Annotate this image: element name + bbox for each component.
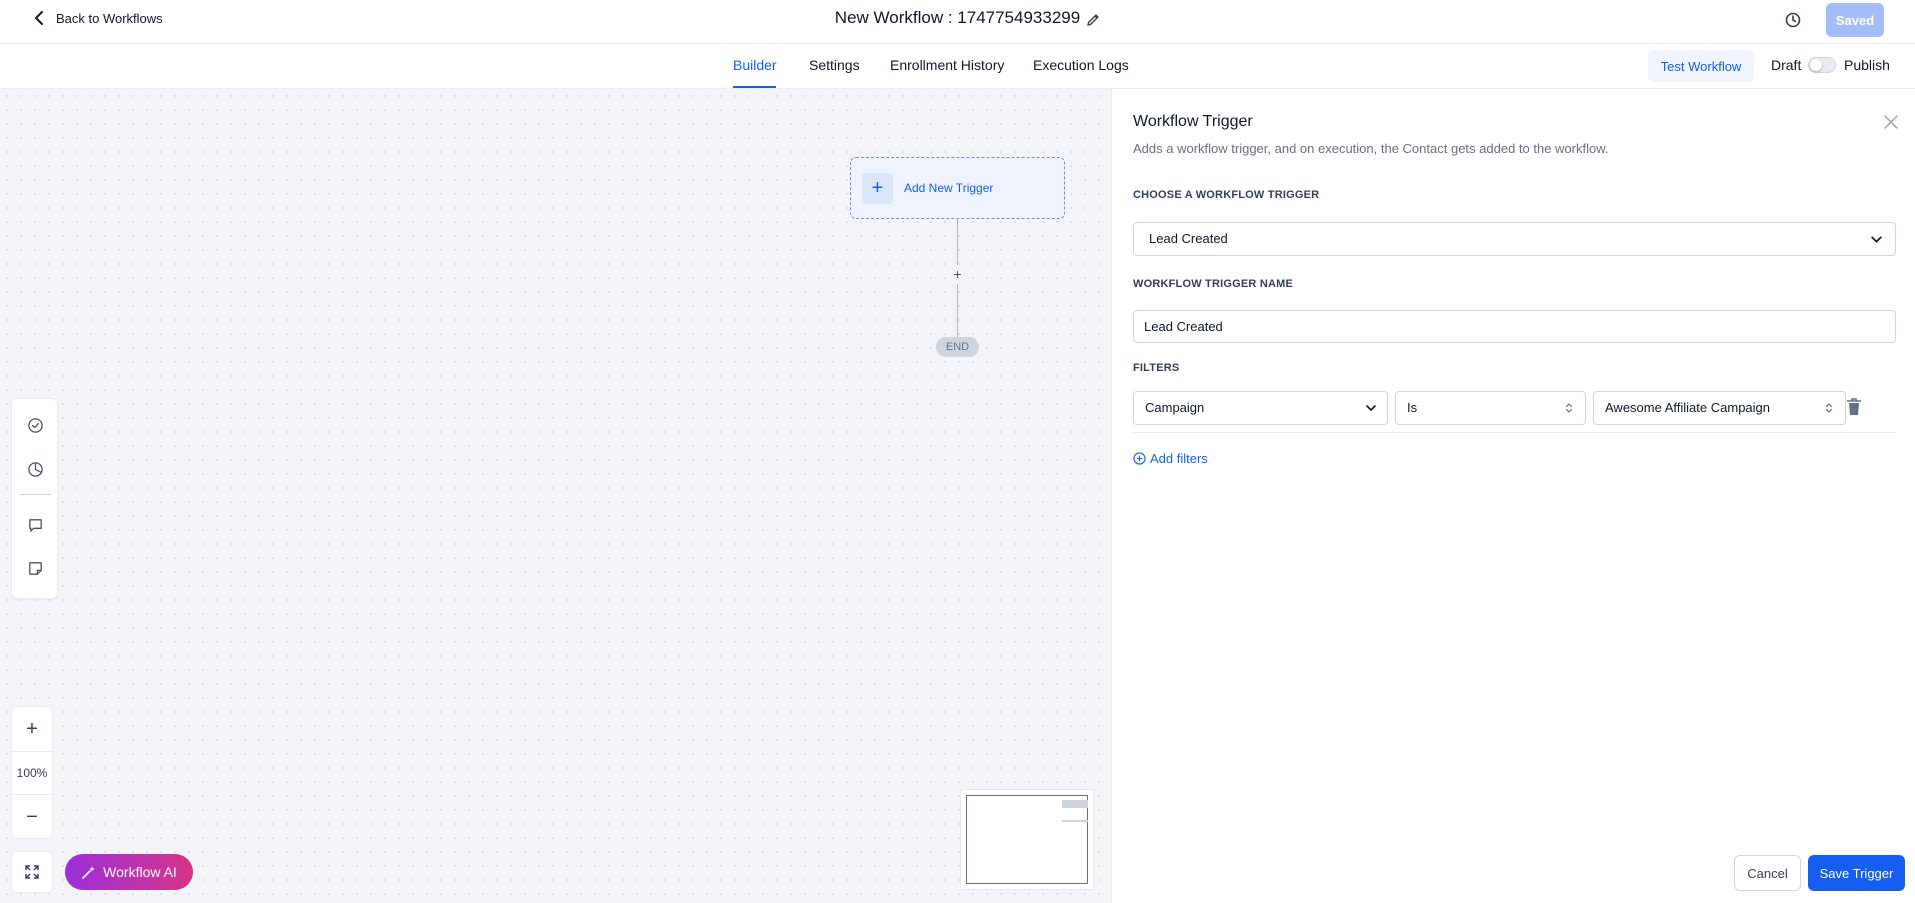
trigger-name-input[interactable]: Lead Created xyxy=(1133,310,1896,343)
expand-icon xyxy=(25,865,39,879)
filters-label: FILTERS xyxy=(1133,362,1180,374)
connector-line xyxy=(957,284,958,337)
filter-field-select[interactable]: Campaign xyxy=(1133,391,1388,425)
toolbar-divider xyxy=(20,494,51,495)
saved-button[interactable]: Saved xyxy=(1826,3,1884,37)
draft-label: Draft xyxy=(1771,57,1802,73)
chevron-up-down-icon xyxy=(1825,403,1833,413)
choose-trigger-label: CHOOSE A WORKFLOW TRIGGER xyxy=(1133,189,1320,201)
chevron-down-icon xyxy=(1871,236,1882,243)
minimap-node xyxy=(1062,820,1088,822)
save-trigger-button[interactable]: Save Trigger xyxy=(1808,855,1905,891)
test-workflow-button[interactable]: Test Workflow xyxy=(1648,50,1754,82)
cancel-button[interactable]: Cancel xyxy=(1734,855,1801,891)
tabs-row: Builder Settings Enrollment History Exec… xyxy=(0,45,1915,89)
chevron-left-icon xyxy=(35,11,43,25)
plus-icon: + xyxy=(862,172,893,204)
filter-divider xyxy=(1133,432,1896,433)
tab-execution-logs[interactable]: Execution Logs xyxy=(1033,57,1129,73)
fit-view-button[interactable] xyxy=(11,851,53,893)
pie-chart-icon[interactable] xyxy=(24,458,46,480)
filter-field-value: Campaign xyxy=(1145,400,1205,415)
sparkle-icon xyxy=(82,866,96,879)
zoom-in-button[interactable]: + xyxy=(12,707,52,751)
add-filters-label: Add filters xyxy=(1150,451,1208,466)
filter-operator-value: Is xyxy=(1407,400,1418,415)
add-step-button[interactable]: + xyxy=(949,266,966,283)
close-icon[interactable] xyxy=(1882,113,1900,131)
tab-settings[interactable]: Settings xyxy=(809,57,860,73)
top-bar: Back to Workflows New Workflow : 1747754… xyxy=(0,0,1915,44)
pencil-icon[interactable] xyxy=(1085,12,1101,28)
workflow-ai-label: Workflow AI xyxy=(103,864,177,880)
history-icon[interactable] xyxy=(1784,11,1802,29)
active-tab-indicator xyxy=(733,86,776,88)
workflow-canvas[interactable]: + Add New Trigger + END + 100% − Workflo… xyxy=(0,89,1111,903)
add-filters-link[interactable]: Add filters xyxy=(1133,451,1208,466)
minimap[interactable] xyxy=(960,789,1094,890)
panel-description: Adds a workflow trigger, and on executio… xyxy=(1133,141,1609,156)
connector-line xyxy=(957,219,958,265)
trigger-name-label: WORKFLOW TRIGGER NAME xyxy=(1133,278,1294,290)
tab-builder[interactable]: Builder xyxy=(733,57,777,73)
add-trigger-label: Add New Trigger xyxy=(904,181,994,195)
trigger-type-value: Lead Created xyxy=(1149,231,1228,246)
trigger-type-select[interactable]: Lead Created xyxy=(1133,222,1896,256)
workflow-ai-button[interactable]: Workflow AI xyxy=(65,854,193,890)
panel-title: Workflow Trigger xyxy=(1133,113,1253,130)
end-node: END xyxy=(936,337,979,357)
chevron-down-icon xyxy=(1366,405,1376,411)
canvas-toolbar xyxy=(11,398,58,599)
publish-label: Publish xyxy=(1844,57,1890,73)
workflow-title: New Workflow : 1747754933299 xyxy=(834,8,1081,27)
trigger-panel: Workflow Trigger Adds a workflow trigger… xyxy=(1111,89,1915,903)
zoom-controls: + 100% − xyxy=(11,706,53,839)
filter-value-text: Awesome Affiliate Campaign xyxy=(1605,400,1771,415)
back-label: Back to Workflows xyxy=(56,10,163,26)
filter-value-select[interactable]: Awesome Affiliate Campaign xyxy=(1593,391,1846,425)
back-to-workflows-link[interactable]: Back to Workflows xyxy=(32,10,163,26)
zoom-level: 100% xyxy=(12,751,52,795)
plus-circle-icon xyxy=(1133,452,1146,465)
comment-icon[interactable] xyxy=(24,514,46,536)
minimap-viewport xyxy=(966,795,1088,884)
trash-icon[interactable] xyxy=(1845,397,1863,417)
minimap-node xyxy=(1062,800,1088,808)
tab-enrollment-history[interactable]: Enrollment History xyxy=(890,57,1004,73)
publish-toggle[interactable] xyxy=(1808,57,1836,73)
filter-operator-select[interactable]: Is xyxy=(1395,391,1586,425)
check-circle-icon[interactable] xyxy=(24,414,46,436)
sticky-note-icon[interactable] xyxy=(24,557,46,579)
zoom-out-button[interactable]: − xyxy=(12,795,52,839)
chevron-up-down-icon xyxy=(1565,403,1573,413)
add-new-trigger-node[interactable]: + Add New Trigger xyxy=(850,157,1065,219)
